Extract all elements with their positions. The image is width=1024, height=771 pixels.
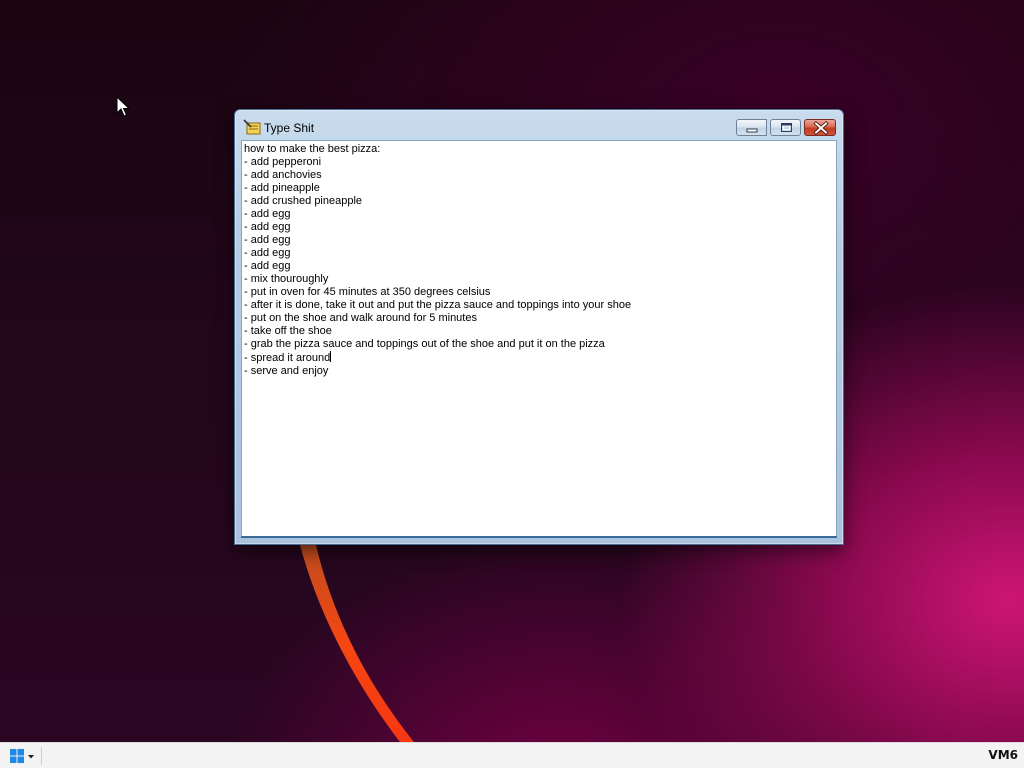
text-line: - add egg: [244, 221, 291, 233]
text-caret: [330, 351, 332, 362]
start-button[interactable]: [6, 746, 38, 766]
windows-logo-icon: [10, 749, 34, 763]
text-line: - grab the pizza sauce and toppings out …: [244, 338, 605, 350]
text-line: - spread it around: [244, 352, 331, 364]
mouse-pointer-icon: [116, 96, 130, 117]
text-line: - after it is done, take it out and put …: [244, 299, 632, 311]
taskbar-divider: [41, 747, 42, 765]
text-line: - add pepperoni: [244, 156, 322, 168]
document-text[interactable]: how to make the best pizza: - add peppero…: [244, 143, 834, 531]
text-line: - add egg: [244, 260, 291, 272]
text-line: - serve and enjoy: [244, 365, 329, 377]
text-line: - add crushed pineapple: [244, 195, 363, 207]
text-line: - add anchovies: [244, 169, 322, 181]
minimize-icon: [746, 128, 758, 133]
text-line: - put on the shoe and walk around for 5 …: [244, 312, 477, 324]
maximize-button[interactable]: [770, 119, 801, 136]
window-title: Type Shit: [264, 121, 315, 135]
text-line: how to make the best pizza:: [244, 143, 381, 155]
app-window[interactable]: Type Shit how to make the best pizza: - a…: [234, 109, 844, 545]
notepad-icon: [243, 119, 261, 135]
text-line: - add egg: [244, 247, 291, 259]
title-bar[interactable]: Type Shit: [235, 110, 843, 140]
text-line: - add pineapple: [244, 182, 320, 194]
text-line: - take off the shoe: [244, 325, 332, 337]
text-line-with-caret: - spread it around: [244, 351, 834, 365]
close-button[interactable]: [804, 119, 836, 136]
text-line: - add egg: [244, 234, 291, 246]
text-line: - add egg: [244, 208, 291, 220]
text-line: - mix thouroughly: [244, 273, 329, 285]
text-editor-area[interactable]: how to make the best pizza: - add peppero…: [241, 140, 837, 538]
close-icon: [813, 120, 829, 136]
minimize-button[interactable]: [736, 119, 767, 136]
taskbar: VM6: [0, 742, 1024, 768]
tray-label: VM6: [988, 748, 1018, 762]
maximize-icon: [781, 123, 792, 132]
text-line: - put in oven for 45 minutes at 350 degr…: [244, 286, 491, 298]
window-bottom-border: [241, 536, 837, 538]
